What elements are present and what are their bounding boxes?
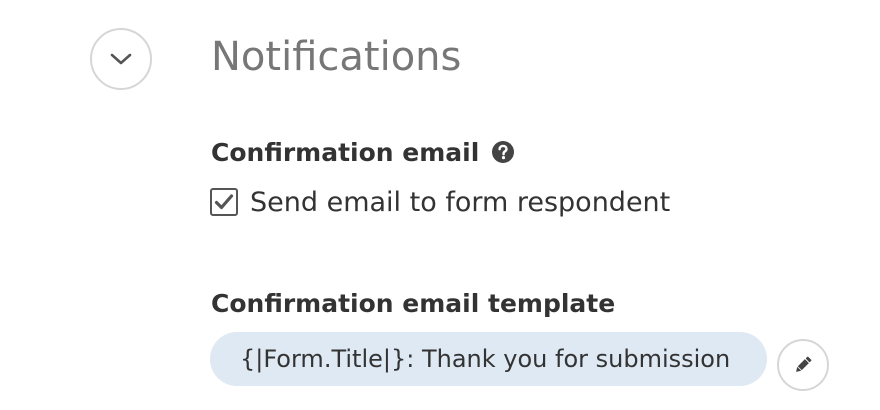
edit-template-button[interactable]	[777, 339, 829, 391]
send-to-respondent-checkbox[interactable]	[210, 188, 238, 216]
send-to-respondent-checkbox-row[interactable]: Send email to form respondent	[210, 184, 670, 220]
collapse-toggle-button[interactable]	[90, 28, 152, 90]
confirmation-email-label: Confirmation email	[211, 137, 480, 167]
question-circle-icon[interactable]	[491, 140, 515, 164]
pencil-icon	[796, 356, 812, 372]
confirmation-template-field[interactable]: {|Form.Title|}: Thank you for submission	[210, 332, 767, 386]
template-label-row: Confirmation email template	[211, 285, 615, 321]
checkmark-icon	[214, 194, 234, 210]
notifications-panel: Notifications Confirmation email Send em…	[0, 0, 880, 410]
chevron-down-icon	[110, 53, 132, 65]
section-title: Notifications	[211, 34, 462, 80]
send-to-respondent-label: Send email to form respondent	[250, 186, 671, 218]
confirmation-template-value: {|Form.Title|}: Thank you for submission	[240, 345, 731, 373]
confirmation-email-label-row: Confirmation email	[211, 134, 515, 170]
confirmation-email-template-label: Confirmation email template	[211, 288, 616, 318]
